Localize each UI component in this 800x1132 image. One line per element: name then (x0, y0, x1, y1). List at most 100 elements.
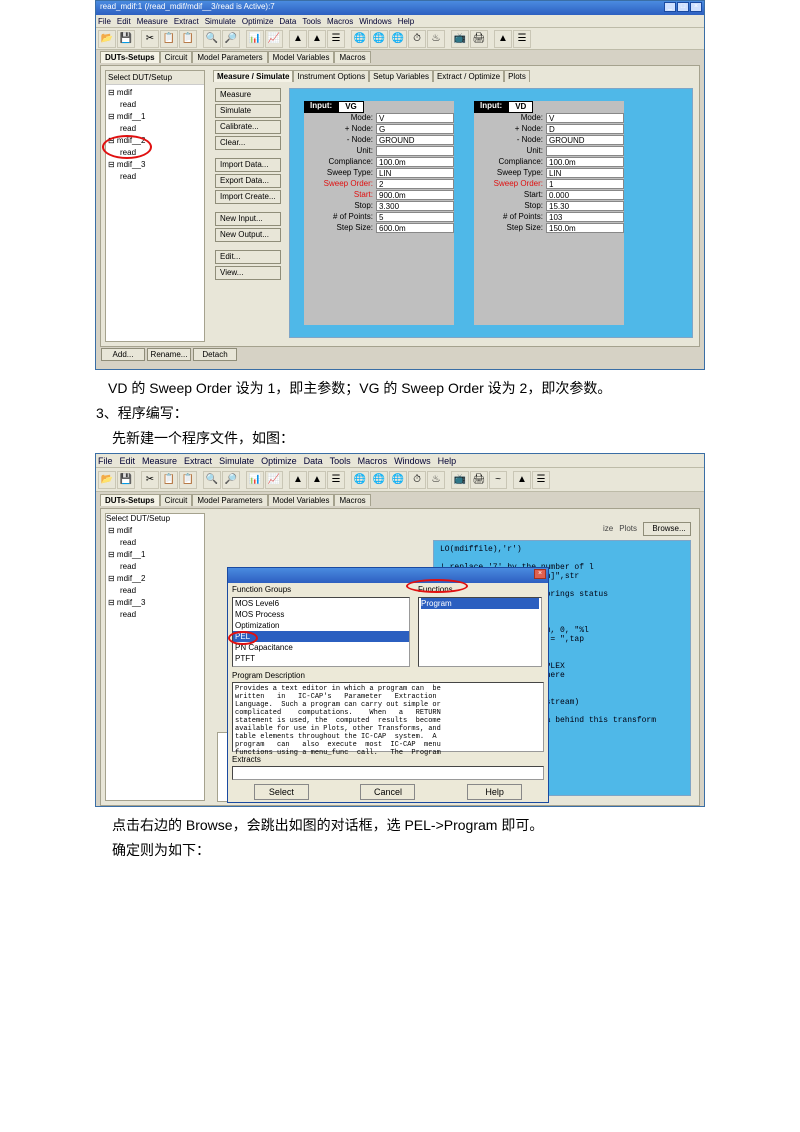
menu-edit[interactable]: Edit (117, 17, 131, 26)
param-value[interactable]: V (376, 113, 454, 123)
tab-plots[interactable]: Plots (619, 524, 637, 533)
menu-windows[interactable]: Windows (359, 17, 391, 26)
dut-setup-tree[interactable]: Select DUT/Setup ⊟ mdifread⊟ mdif__1read… (105, 513, 205, 801)
side-button[interactable]: Import Data... (215, 158, 281, 172)
toolbar-icon[interactable]: 🌐 (389, 30, 407, 48)
toolbar-icon[interactable]: 🌐 (370, 471, 388, 489)
tree-item[interactable]: ⊟ mdif__1 (108, 111, 202, 123)
group-item[interactable]: Optimization (233, 620, 409, 631)
param-value[interactable]: 150.0m (546, 223, 624, 233)
input-card-vg[interactable]: Input:VGMode:V+ Node:G- Node:GROUNDUnit:… (304, 101, 454, 325)
tab-model-variables[interactable]: Model Variables (268, 494, 335, 506)
side-button[interactable]: Clear... (215, 136, 281, 150)
toolbar-icon[interactable]: 📂 (98, 471, 116, 489)
toolbar-icon[interactable]: 🔍 (203, 471, 221, 489)
setup-tab[interactable]: Extract / Optimize (433, 70, 504, 82)
param-value[interactable]: 1 (546, 179, 624, 189)
param-value[interactable]: V (546, 113, 624, 123)
close-icon[interactable]: × (690, 2, 702, 12)
group-item[interactable]: Random Functions (233, 664, 409, 667)
param-value[interactable]: 103 (546, 212, 624, 222)
toolbar-icon[interactable]: 🔎 (222, 30, 240, 48)
group-item[interactable]: PTFT (233, 653, 409, 664)
toolbar-icon[interactable]: ♨ (427, 471, 445, 489)
param-value[interactable]: 2 (376, 179, 454, 189)
param-value[interactable] (376, 146, 454, 156)
side-button[interactable]: Edit... (215, 250, 281, 264)
tree-item[interactable]: ⊟ mdif (108, 87, 202, 99)
menu-help[interactable]: Help (438, 456, 457, 466)
group-item[interactable]: PN Capacitance (233, 642, 409, 653)
toolbar-icon[interactable]: 🖨 (470, 30, 488, 48)
functions-list[interactable]: Program (418, 597, 542, 667)
tab-macros[interactable]: Macros (334, 51, 370, 63)
toolbar-icon[interactable]: 📊 (246, 471, 264, 489)
param-value[interactable]: GROUND (546, 135, 624, 145)
toolbar-icon[interactable]: 📺 (451, 471, 469, 489)
menu-tools[interactable]: Tools (330, 456, 351, 466)
tree-child[interactable]: read (108, 537, 202, 549)
tab-model-parameters[interactable]: Model Parameters (192, 51, 267, 63)
menu-extract[interactable]: Extract (174, 17, 199, 26)
tab-duts-setups[interactable]: DUTs-Setups (100, 51, 160, 63)
toolbar-icon[interactable]: 🔎 (222, 471, 240, 489)
tab-duts-setups[interactable]: DUTs-Setups (100, 494, 160, 506)
tree-child[interactable]: read (108, 171, 202, 183)
cancel-button[interactable]: Cancel (360, 784, 415, 800)
function-item[interactable]: Program (421, 598, 539, 609)
side-button[interactable]: View... (215, 266, 281, 280)
param-value[interactable]: GROUND (376, 135, 454, 145)
param-value[interactable]: 100.0m (546, 157, 624, 167)
browse-button[interactable]: Browse... (643, 522, 691, 536)
toolbar-icon[interactable]: 💾 (117, 30, 135, 48)
toolbar-icon[interactable]: 🌐 (389, 471, 407, 489)
param-value[interactable]: D (546, 124, 624, 134)
minimize-icon[interactable]: _ (664, 2, 676, 12)
side-button[interactable]: Simulate (215, 104, 281, 118)
side-button[interactable]: New Output... (215, 228, 281, 242)
param-value[interactable]: 15.30 (546, 201, 624, 211)
close-icon[interactable]: × (534, 569, 546, 579)
tab-model-variables[interactable]: Model Variables (268, 51, 335, 63)
toolbar-icon[interactable]: 💾 (117, 471, 135, 489)
menu-macros[interactable]: Macros (358, 456, 388, 466)
dut-setup-tree[interactable]: Select DUT/Setup ⊟ mdifread⊟ mdif__1read… (105, 70, 205, 342)
param-value[interactable]: G (376, 124, 454, 134)
toolbar-icon[interactable]: 📋 (160, 471, 178, 489)
menu-file[interactable]: File (98, 17, 111, 26)
maximize-icon[interactable]: □ (677, 2, 689, 12)
group-item[interactable]: PEL (233, 631, 409, 642)
tab-macros[interactable]: Macros (334, 494, 370, 506)
toolbar-icon[interactable]: 📊 (246, 30, 264, 48)
menu-macros[interactable]: Macros (327, 17, 353, 26)
param-value[interactable]: 600.0m (376, 223, 454, 233)
toolbar-icon[interactable]: ▲ (308, 30, 326, 48)
menu-data[interactable]: Data (304, 456, 323, 466)
side-button[interactable]: Measure (215, 88, 281, 102)
tree-child[interactable]: read (108, 561, 202, 573)
tree-item[interactable]: ⊟ mdif__3 (108, 159, 202, 171)
group-item[interactable]: MOS Level6 (233, 598, 409, 609)
function-groups-list[interactable]: MOS Level6MOS ProcessOptimizationPELPN C… (232, 597, 410, 667)
toolbar-icon[interactable]: ♨ (427, 30, 445, 48)
toolbar-icon[interactable]: 📺 (451, 30, 469, 48)
menu-optimize[interactable]: Optimize (261, 456, 297, 466)
setup-tab[interactable]: Measure / Simulate (213, 70, 293, 82)
toolbar-icon[interactable]: ▲ (513, 471, 531, 489)
function-browse-dialog[interactable]: × Function Groups Functions MOS Level6MO… (227, 567, 549, 803)
side-button[interactable]: Export Data... (215, 174, 281, 188)
menu-data[interactable]: Data (279, 17, 296, 26)
toolbar-icon[interactable]: ▲ (289, 471, 307, 489)
toolbar-icon[interactable]: ▲ (308, 471, 326, 489)
tab-circuit[interactable]: Circuit (160, 51, 193, 63)
menu-simulate[interactable]: Simulate (219, 456, 254, 466)
toolbar-icon[interactable]: ⏱ (408, 471, 426, 489)
menu-edit[interactable]: Edit (120, 456, 136, 466)
side-button[interactable]: New Input... (215, 212, 281, 226)
menu-measure[interactable]: Measure (137, 17, 168, 26)
tree-child[interactable]: read (108, 99, 202, 111)
menu-extract[interactable]: Extract (184, 456, 212, 466)
menu-simulate[interactable]: Simulate (205, 17, 236, 26)
toolbar-icon[interactable]: 🖨 (470, 471, 488, 489)
toolbar-icon[interactable]: ✂ (141, 30, 159, 48)
